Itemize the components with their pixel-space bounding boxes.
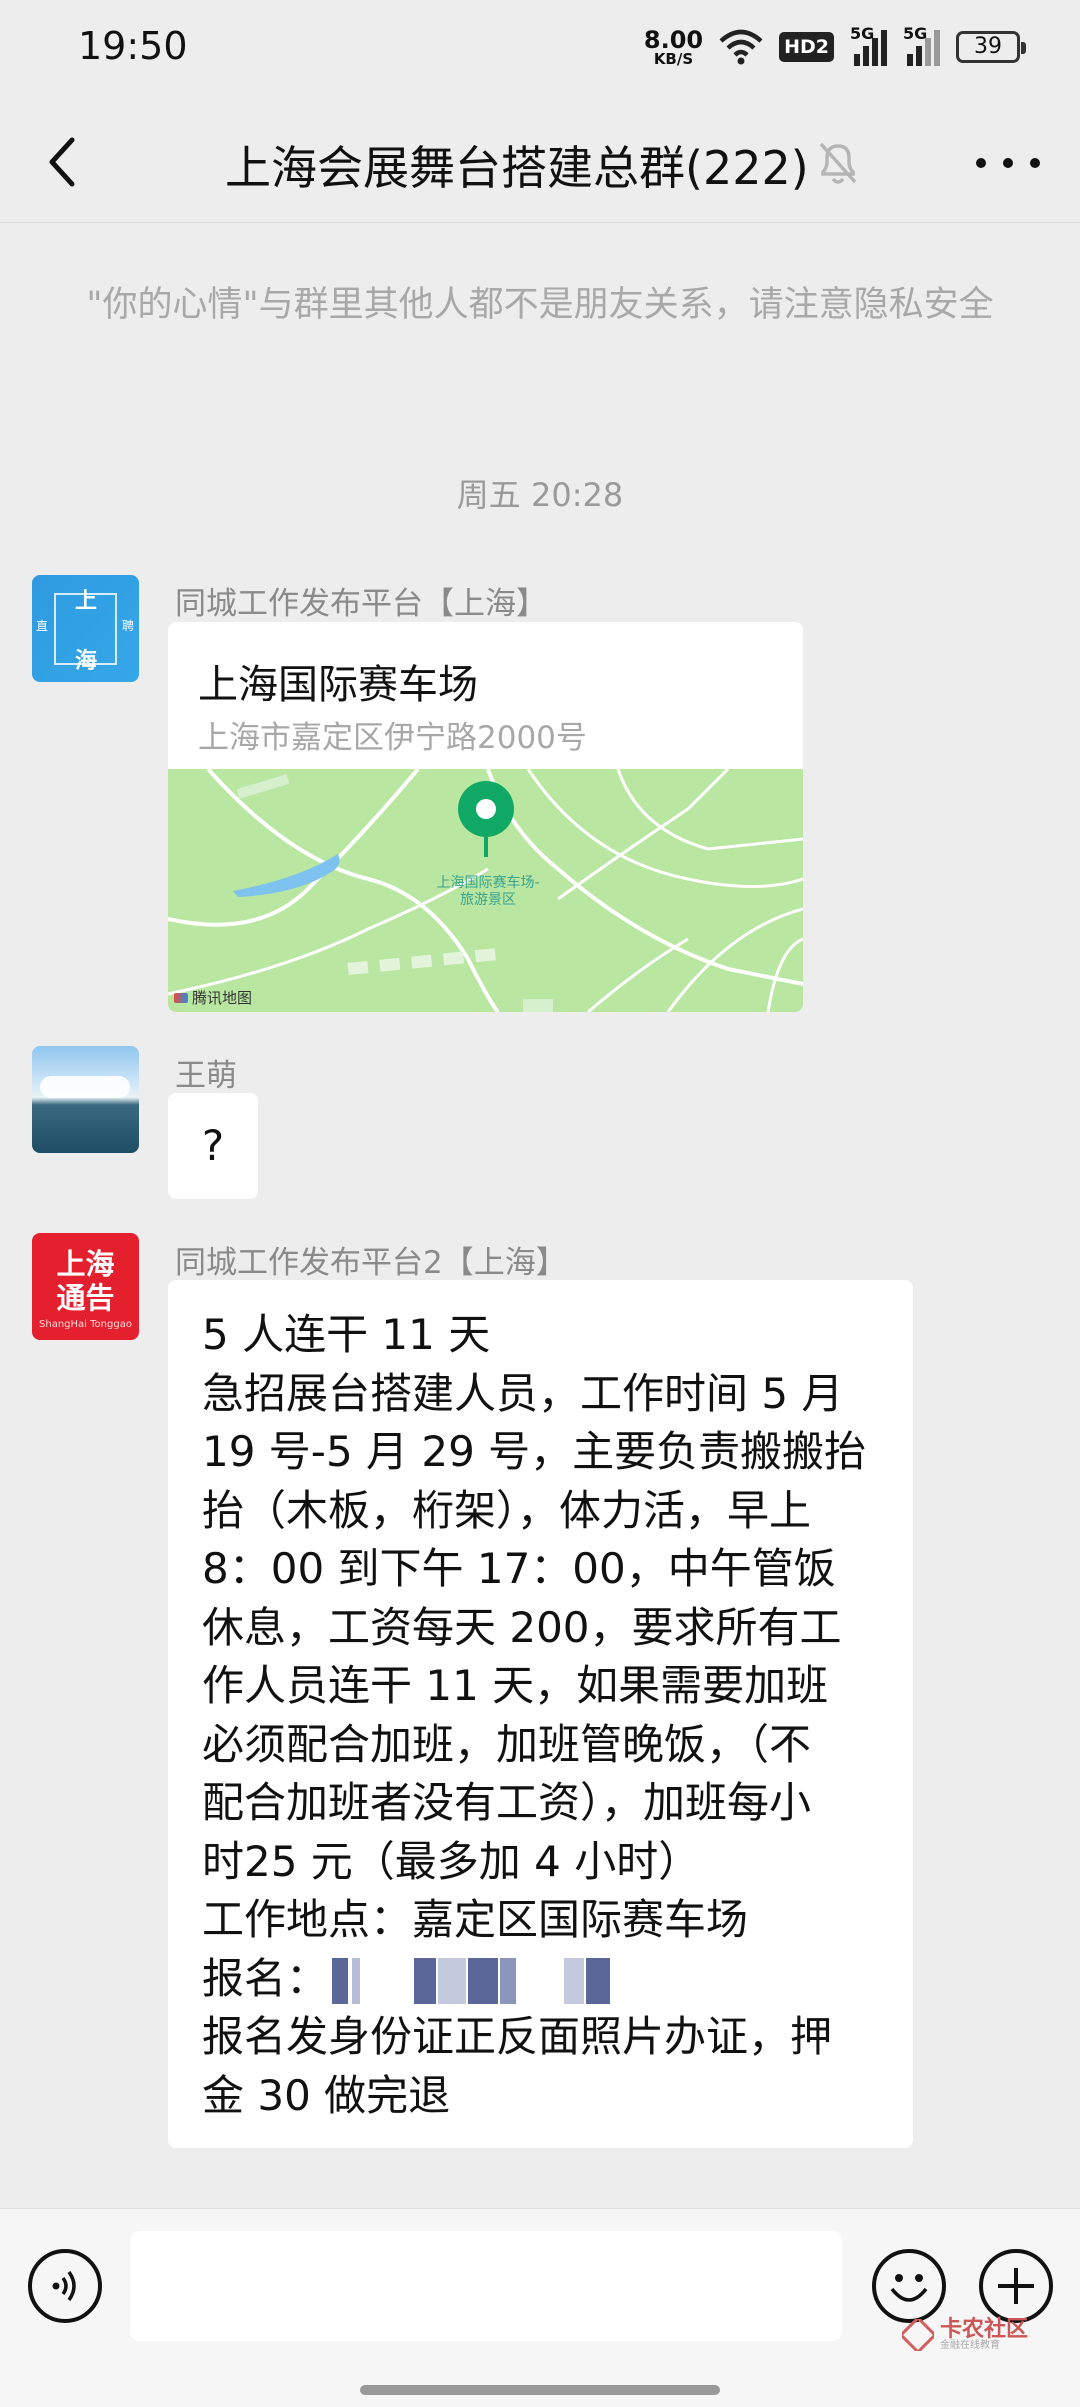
message-line: 时25 元（最多加 4 小时） xyxy=(202,1836,701,1886)
status-bar: 19:50 8.00 KB/S HD2 5G 5G 39 xyxy=(0,0,1080,100)
message-timestamp: 周五 20:28 xyxy=(456,476,624,514)
more-dots-icon[interactable] xyxy=(976,138,1040,188)
map-provider: 腾讯地图 xyxy=(174,987,252,1008)
message-line: 抬（木板，桁架），体力活，早上 xyxy=(202,1485,812,1535)
watermark: 卡农社区 金融在线教育 xyxy=(902,2319,1028,2351)
message-bubble[interactable]: ? xyxy=(168,1093,258,1199)
chat-title[interactable]: 上海会展舞台搭建总群(222) xyxy=(225,132,809,198)
avatar[interactable]: 上海 通告 ShangHai Tonggao xyxy=(32,1233,139,1340)
message-line: 工作地点：嘉定区国际赛车场 xyxy=(202,1895,749,1944)
location-name: 上海国际赛车场 xyxy=(198,662,478,708)
location-address: 上海市嘉定区伊宁路2000号 xyxy=(198,720,587,756)
avatar[interactable]: 上 海 直 聘 xyxy=(32,575,139,682)
emoji-icon[interactable] xyxy=(872,2249,946,2323)
sender-name: 王萌 xyxy=(175,1058,237,1094)
header-divider xyxy=(0,222,1080,223)
watermark-logo-icon xyxy=(902,2319,934,2351)
sender-name: 同城工作发布平台2【上海】 xyxy=(175,1245,567,1281)
message-line: 19 号-5 月 29 号，主要负责搬搬抬 xyxy=(202,1427,867,1476)
redacted-contact xyxy=(328,1958,628,2004)
wifi-icon xyxy=(719,29,763,65)
message-line: 休息，工资每天 200，要求所有工 xyxy=(202,1602,842,1652)
signal-icon: 5G xyxy=(903,24,940,66)
message-input[interactable] xyxy=(130,2231,842,2341)
message-line: 5 人连干 11 天 xyxy=(202,1310,491,1359)
message-line: 作人员连干 11 天，如果需要加班 xyxy=(202,1661,829,1710)
status-icons: 8.00 KB/S HD2 5G 5G 39 xyxy=(643,22,1026,72)
voice-icon[interactable] xyxy=(28,2249,102,2323)
status-time: 19:50 xyxy=(78,24,188,68)
location-card[interactable]: 上海国际赛车场 上海市嘉定区伊宁路2000号 上海国际赛车场-旅游景区 腾讯地图 xyxy=(168,622,803,1012)
bell-muted-icon xyxy=(819,142,857,184)
message-line: 报名： xyxy=(202,1950,879,2009)
message-line: 配合加班者没有工资），加班每小 xyxy=(202,1778,812,1827)
net-speed: 8.00 KB/S xyxy=(643,25,704,68)
hd-badge: HD2 xyxy=(779,32,834,62)
privacy-notice: "你的心情"与群里其他人都不是朋友关系，请注意隐私安全 xyxy=(86,285,994,325)
chat-header: 上海会展舞台搭建总群(222) xyxy=(0,110,1080,223)
tencent-map-icon xyxy=(174,992,188,1003)
message-bubble[interactable]: 5 人连干 11 天 急招展台搭建人员，工作时间 5 月 19 号-5 月 29… xyxy=(168,1280,913,2148)
chevron-left-icon[interactable] xyxy=(36,132,96,192)
message-line: 报名发身份证正反面照片办证，押 xyxy=(202,2012,833,2061)
avatar[interactable] xyxy=(32,1046,139,1153)
signal-icon: 5G xyxy=(850,24,887,66)
home-indicator[interactable] xyxy=(360,2385,720,2395)
battery-icon: 39 xyxy=(956,31,1026,63)
input-bar: 卡农社区 金融在线教育 xyxy=(0,2208,1080,2407)
message-line: 急招展台搭建人员，工作时间 5 月 xyxy=(202,1368,844,1418)
message-line: 8：00 到下午 17：00，中午管饭 xyxy=(202,1544,836,1593)
map-label: 上海国际赛车场-旅游景区 xyxy=(436,875,540,908)
message-line: 金 30 做完退 xyxy=(202,2070,451,2120)
plus-icon[interactable] xyxy=(979,2249,1053,2323)
message-line: 必须配合加班，加班管晚饭，（不 xyxy=(202,1719,812,1769)
sender-name: 同城工作发布平台【上海】 xyxy=(175,586,547,622)
